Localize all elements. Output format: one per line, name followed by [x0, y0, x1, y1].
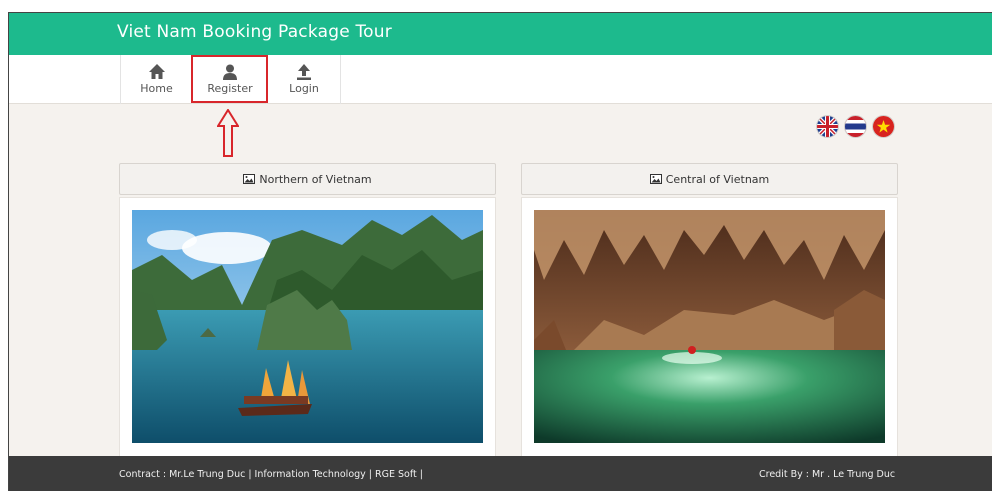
nav-login-label: Login	[289, 82, 319, 95]
panel-northern-header[interactable]: Northern of Vietnam	[119, 163, 496, 195]
nav-bar: Home Register Login	[9, 55, 992, 104]
thai-flag-icon[interactable]	[845, 116, 866, 137]
footer-contact: Contract : Mr.Le Trung Duc | Information…	[119, 469, 423, 480]
nav-home[interactable]: Home	[120, 55, 193, 104]
upload-icon	[297, 64, 311, 80]
panel-northern-title: Northern of Vietnam	[259, 173, 372, 186]
up-arrow-annotation-icon	[217, 109, 239, 157]
header-bar: Viet Nam Booking Package Tour	[9, 13, 992, 55]
panel-central-header[interactable]: Central of Vietnam	[521, 163, 898, 195]
panel-central-body	[521, 197, 898, 463]
panel-central: Central of Vietnam	[521, 163, 898, 463]
register-highlight-box	[191, 55, 268, 103]
ha-long-bay-photo[interactable]	[132, 210, 483, 443]
picture-icon	[243, 174, 256, 184]
picture-icon	[649, 174, 662, 184]
nav-login[interactable]: Login	[268, 55, 341, 104]
page-frame: Viet Nam Booking Package Tour Home Regis…	[8, 12, 992, 491]
footer-credit: Credit By : Mr . Le Trung Duc	[759, 469, 896, 480]
panel-northern-body	[119, 197, 496, 463]
cave-lake-photo[interactable]	[534, 210, 885, 443]
home-icon	[148, 64, 165, 79]
panel-northern: Northern of Vietnam	[119, 163, 496, 463]
vietnam-flag-icon[interactable]	[873, 116, 894, 137]
footer-bar: Contract : Mr.Le Trung Duc | Information…	[9, 456, 992, 491]
site-title[interactable]: Viet Nam Booking Package Tour	[117, 22, 392, 42]
uk-flag-icon[interactable]	[817, 116, 838, 137]
nav-home-label: Home	[140, 82, 173, 95]
panel-central-title: Central of Vietnam	[665, 173, 770, 186]
